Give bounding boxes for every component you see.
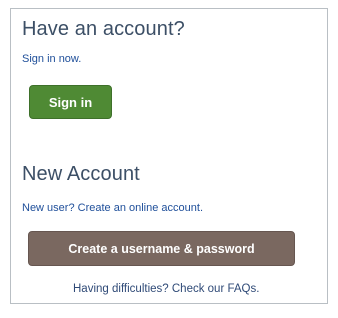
new-account-heading: New Account — [22, 163, 140, 185]
sign-in-button[interactable]: Sign in — [29, 85, 112, 119]
have-account-heading: Have an account? — [22, 18, 185, 40]
create-username-password-button[interactable]: Create a username & password — [28, 231, 295, 266]
sign-in-now-link[interactable]: Sign in now. — [22, 53, 81, 65]
faq-help-link[interactable]: Having difficulties? Check our FAQs. — [73, 283, 259, 295]
account-panel: Have an account? Sign in now. Sign in Ne… — [10, 8, 328, 304]
create-online-account-link[interactable]: New user? Create an online account. — [22, 202, 203, 214]
